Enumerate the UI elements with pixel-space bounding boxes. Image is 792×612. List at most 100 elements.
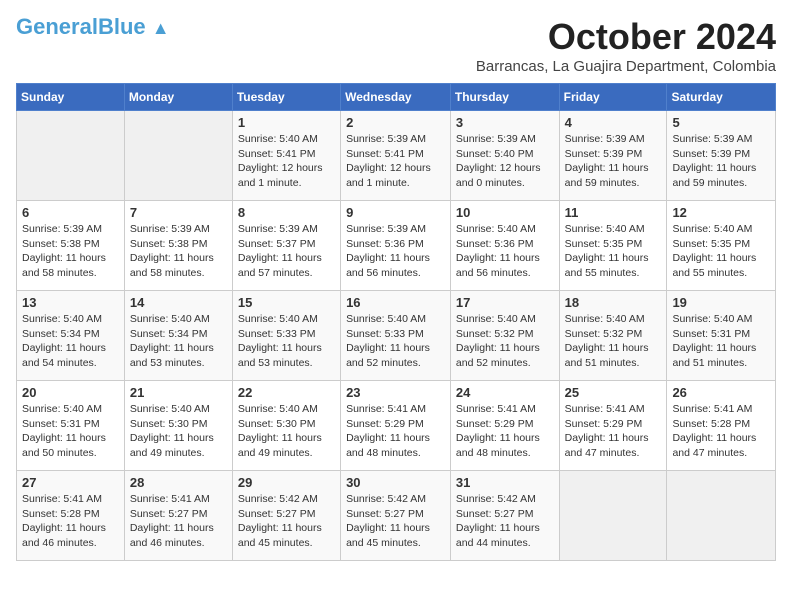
- day-number: 10: [456, 205, 554, 220]
- day-number: 27: [22, 475, 119, 490]
- cell-content: Sunrise: 5:39 AMSunset: 5:38 PMDaylight:…: [22, 222, 119, 281]
- month-title: October 2024: [476, 16, 776, 58]
- day-number: 20: [22, 385, 119, 400]
- calendar-cell: [124, 111, 232, 201]
- column-header-wednesday: Wednesday: [341, 84, 451, 111]
- logo-text: GeneralBlue ▲: [16, 16, 170, 38]
- cell-content: Sunrise: 5:40 AMSunset: 5:32 PMDaylight:…: [456, 312, 554, 371]
- day-number: 15: [238, 295, 335, 310]
- column-header-friday: Friday: [559, 84, 667, 111]
- logo: GeneralBlue ▲: [16, 16, 170, 38]
- calendar-cell: 4 Sunrise: 5:39 AMSunset: 5:39 PMDaylight…: [559, 111, 667, 201]
- day-number: 31: [456, 475, 554, 490]
- calendar-week-row: 6 Sunrise: 5:39 AMSunset: 5:38 PMDaylight…: [17, 201, 776, 291]
- cell-content: Sunrise: 5:40 AMSunset: 5:41 PMDaylight:…: [238, 132, 335, 191]
- cell-content: Sunrise: 5:39 AMSunset: 5:36 PMDaylight:…: [346, 222, 445, 281]
- cell-content: Sunrise: 5:41 AMSunset: 5:27 PMDaylight:…: [130, 492, 227, 551]
- cell-content: Sunrise: 5:41 AMSunset: 5:29 PMDaylight:…: [346, 402, 445, 461]
- calendar-header-row: SundayMondayTuesdayWednesdayThursdayFrid…: [17, 84, 776, 111]
- day-number: 21: [130, 385, 227, 400]
- cell-content: Sunrise: 5:39 AMSunset: 5:39 PMDaylight:…: [565, 132, 662, 191]
- day-number: 29: [238, 475, 335, 490]
- calendar-cell: 13 Sunrise: 5:40 AMSunset: 5:34 PMDayligh…: [17, 291, 125, 381]
- day-number: 2: [346, 115, 445, 130]
- calendar-cell: 21Sunrise: 5:40 AMSunset: 5:30 PMDayligh…: [124, 381, 232, 471]
- calendar-cell: 26Sunrise: 5:41 AMSunset: 5:28 PMDayligh…: [667, 381, 776, 471]
- day-number: 23: [346, 385, 445, 400]
- cell-content: Sunrise: 5:40 AMSunset: 5:33 PMDaylight:…: [238, 312, 335, 371]
- calendar-cell: 19Sunrise: 5:40 AMSunset: 5:31 PMDayligh…: [667, 291, 776, 381]
- cell-content: Sunrise: 5:40 AMSunset: 5:35 PMDaylight:…: [672, 222, 770, 281]
- day-number: 26: [672, 385, 770, 400]
- page-header: GeneralBlue ▲ October 2024 Barrancas, La…: [16, 16, 776, 75]
- day-number: 9: [346, 205, 445, 220]
- day-number: 25: [565, 385, 662, 400]
- calendar-cell: 25 Sunrise: 5:41 AMSunset: 5:29 PMDayligh…: [559, 381, 667, 471]
- calendar-cell: 10 Sunrise: 5:40 AMSunset: 5:36 PMDayligh…: [450, 201, 559, 291]
- day-number: 12: [672, 205, 770, 220]
- calendar-cell: 29 Sunrise: 5:42 AMSunset: 5:27 PMDayligh…: [232, 471, 340, 561]
- calendar-cell: 27 Sunrise: 5:41 AMSunset: 5:28 PMDayligh…: [17, 471, 125, 561]
- column-header-sunday: Sunday: [17, 84, 125, 111]
- column-header-thursday: Thursday: [450, 84, 559, 111]
- column-header-saturday: Saturday: [667, 84, 776, 111]
- calendar-cell: [17, 111, 125, 201]
- calendar-cell: 20Sunrise: 5:40 AMSunset: 5:31 PMDayligh…: [17, 381, 125, 471]
- calendar-cell: 8Sunrise: 5:39 AMSunset: 5:37 PMDaylight…: [232, 201, 340, 291]
- calendar-table: SundayMondayTuesdayWednesdayThursdayFrid…: [16, 83, 776, 561]
- cell-content: Sunrise: 5:40 AMSunset: 5:32 PMDaylight:…: [565, 312, 662, 371]
- day-number: 3: [456, 115, 554, 130]
- calendar-week-row: 13 Sunrise: 5:40 AMSunset: 5:34 PMDayligh…: [17, 291, 776, 381]
- day-number: 14: [130, 295, 227, 310]
- calendar-week-row: 1 Sunrise: 5:40 AMSunset: 5:41 PMDaylight…: [17, 111, 776, 201]
- calendar-week-row: 27 Sunrise: 5:41 AMSunset: 5:28 PMDayligh…: [17, 471, 776, 561]
- cell-content: Sunrise: 5:42 AMSunset: 5:27 PMDaylight:…: [346, 492, 445, 551]
- calendar-cell: 16 Sunrise: 5:40 AMSunset: 5:33 PMDayligh…: [341, 291, 451, 381]
- cell-content: Sunrise: 5:39 AMSunset: 5:41 PMDaylight:…: [346, 132, 445, 191]
- calendar-cell: 1 Sunrise: 5:40 AMSunset: 5:41 PMDaylight…: [232, 111, 340, 201]
- calendar-cell: 22 Sunrise: 5:40 AMSunset: 5:30 PMDayligh…: [232, 381, 340, 471]
- calendar-cell: 6 Sunrise: 5:39 AMSunset: 5:38 PMDaylight…: [17, 201, 125, 291]
- day-number: 11: [565, 205, 662, 220]
- calendar-cell: [667, 471, 776, 561]
- calendar-cell: 28Sunrise: 5:41 AMSunset: 5:27 PMDayligh…: [124, 471, 232, 561]
- cell-content: Sunrise: 5:39 AMSunset: 5:37 PMDaylight:…: [238, 222, 335, 281]
- cell-content: Sunrise: 5:41 AMSunset: 5:29 PMDaylight:…: [565, 402, 662, 461]
- day-number: 18: [565, 295, 662, 310]
- logo-blue: Blue: [98, 14, 146, 39]
- location-title: Barrancas, La Guajira Department, Colomb…: [476, 58, 776, 75]
- day-number: 7: [130, 205, 227, 220]
- cell-content: Sunrise: 5:39 AMSunset: 5:38 PMDaylight:…: [130, 222, 227, 281]
- calendar-cell: 3Sunrise: 5:39 AMSunset: 5:40 PMDaylight…: [450, 111, 559, 201]
- calendar-cell: 18 Sunrise: 5:40 AMSunset: 5:32 PMDayligh…: [559, 291, 667, 381]
- cell-content: Sunrise: 5:40 AMSunset: 5:35 PMDaylight:…: [565, 222, 662, 281]
- day-number: 4: [565, 115, 662, 130]
- day-number: 13: [22, 295, 119, 310]
- calendar-cell: 30Sunrise: 5:42 AMSunset: 5:27 PMDayligh…: [341, 471, 451, 561]
- cell-content: Sunrise: 5:41 AMSunset: 5:29 PMDaylight:…: [456, 402, 554, 461]
- calendar-cell: 14 Sunrise: 5:40 AMSunset: 5:34 PMDayligh…: [124, 291, 232, 381]
- day-number: 17: [456, 295, 554, 310]
- title-section: October 2024 Barrancas, La Guajira Depar…: [476, 16, 776, 75]
- calendar-cell: 5Sunrise: 5:39 AMSunset: 5:39 PMDaylight…: [667, 111, 776, 201]
- cell-content: Sunrise: 5:40 AMSunset: 5:34 PMDaylight:…: [130, 312, 227, 371]
- cell-content: Sunrise: 5:42 AMSunset: 5:27 PMDaylight:…: [238, 492, 335, 551]
- calendar-cell: [559, 471, 667, 561]
- day-number: 16: [346, 295, 445, 310]
- cell-content: Sunrise: 5:41 AMSunset: 5:28 PMDaylight:…: [22, 492, 119, 551]
- day-number: 22: [238, 385, 335, 400]
- calendar-cell: 9 Sunrise: 5:39 AMSunset: 5:36 PMDaylight…: [341, 201, 451, 291]
- calendar-cell: 12 Sunrise: 5:40 AMSunset: 5:35 PMDayligh…: [667, 201, 776, 291]
- calendar-cell: 7 Sunrise: 5:39 AMSunset: 5:38 PMDaylight…: [124, 201, 232, 291]
- cell-content: Sunrise: 5:42 AMSunset: 5:27 PMDaylight:…: [456, 492, 554, 551]
- cell-content: Sunrise: 5:40 AMSunset: 5:34 PMDaylight:…: [22, 312, 119, 371]
- calendar-cell: 31 Sunrise: 5:42 AMSunset: 5:27 PMDayligh…: [450, 471, 559, 561]
- day-number: 24: [456, 385, 554, 400]
- cell-content: Sunrise: 5:40 AMSunset: 5:30 PMDaylight:…: [238, 402, 335, 461]
- cell-content: Sunrise: 5:40 AMSunset: 5:33 PMDaylight:…: [346, 312, 445, 371]
- cell-content: Sunrise: 5:40 AMSunset: 5:36 PMDaylight:…: [456, 222, 554, 281]
- day-number: 6: [22, 205, 119, 220]
- calendar-week-row: 20Sunrise: 5:40 AMSunset: 5:31 PMDayligh…: [17, 381, 776, 471]
- day-number: 1: [238, 115, 335, 130]
- calendar-cell: 11 Sunrise: 5:40 AMSunset: 5:35 PMDayligh…: [559, 201, 667, 291]
